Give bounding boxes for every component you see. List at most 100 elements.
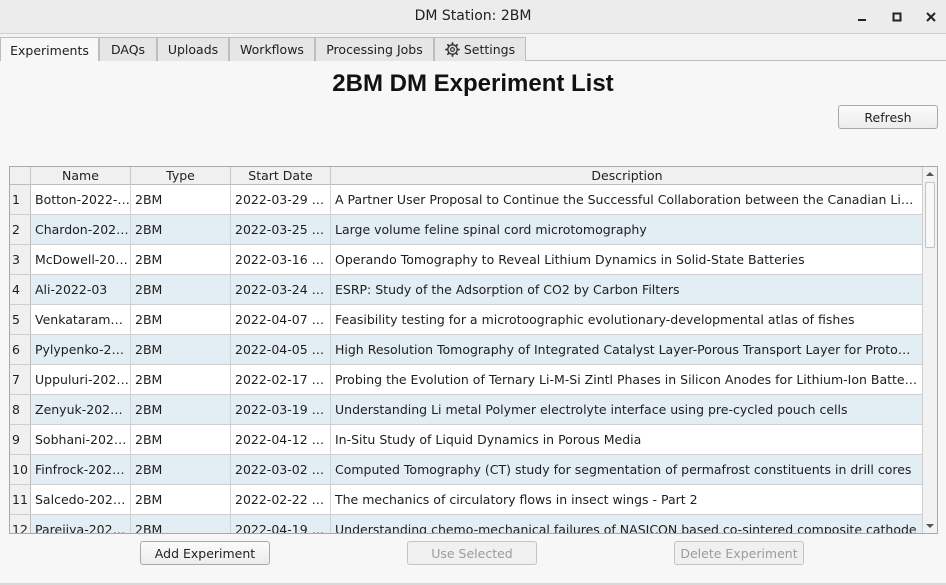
cell-type[interactable]: 2BM bbox=[131, 485, 231, 514]
row-number[interactable]: 1 bbox=[10, 185, 31, 214]
cell-type[interactable]: 2BM bbox=[131, 425, 231, 454]
column-header-description[interactable]: Description bbox=[331, 167, 923, 185]
cell-name[interactable]: Pylypenko-2… bbox=[31, 335, 131, 364]
tab-workflows[interactable]: Workflows bbox=[229, 37, 315, 61]
cell-description[interactable]: Probing the Evolution of Ternary Li-M-Si… bbox=[331, 365, 923, 394]
cell-type[interactable]: 2BM bbox=[131, 455, 231, 484]
tab-daqs[interactable]: DAQs bbox=[99, 37, 157, 61]
cell-start-date[interactable]: 2022-03-24 … bbox=[231, 275, 331, 304]
cell-name[interactable]: Venkatarama… bbox=[31, 305, 131, 334]
table-row[interactable]: 9 Sobhani-202… 2BM 2022-04-12 … In-Situ … bbox=[10, 425, 923, 455]
table-row[interactable]: 7 Uppuluri-202… 2BM 2022-02-17 … Probing… bbox=[10, 365, 923, 395]
cell-name[interactable]: Botton-2022-… bbox=[31, 185, 131, 214]
cell-start-date[interactable]: 2022-03-02 … bbox=[231, 455, 331, 484]
tab-uploads[interactable]: Uploads bbox=[157, 37, 229, 61]
cell-start-date[interactable]: 2022-04-12 … bbox=[231, 425, 331, 454]
cell-type[interactable]: 2BM bbox=[131, 395, 231, 424]
cell-start-date[interactable]: 2022-04-19 … bbox=[231, 515, 331, 533]
row-number[interactable]: 12 bbox=[10, 515, 31, 533]
cell-start-date[interactable]: 2022-02-17 … bbox=[231, 365, 331, 394]
cell-type[interactable]: 2BM bbox=[131, 515, 231, 533]
scroll-up-arrow-icon[interactable] bbox=[925, 170, 935, 178]
row-number[interactable]: 6 bbox=[10, 335, 31, 364]
title-bar: DM Station: 2BM bbox=[0, 0, 946, 34]
table-row[interactable]: 8 Zenyuk-2022… 2BM 2022-03-19 … Understa… bbox=[10, 395, 923, 425]
table-row[interactable]: 11 Salcedo-202… 2BM 2022-02-22 … The mec… bbox=[10, 485, 923, 515]
cell-start-date[interactable]: 2022-03-25 … bbox=[231, 215, 331, 244]
cell-name[interactable]: Salcedo-202… bbox=[31, 485, 131, 514]
cell-start-date[interactable]: 2022-04-05 … bbox=[231, 335, 331, 364]
row-number[interactable]: 7 bbox=[10, 365, 31, 394]
column-header-name[interactable]: Name bbox=[31, 167, 131, 185]
cell-description[interactable]: Computed Tomography (CT) study for segme… bbox=[331, 455, 923, 484]
cell-description[interactable]: Feasibility testing for a microtoographi… bbox=[331, 305, 923, 334]
table-row[interactable]: 10 Finfrock-202… 2BM 2022-03-02 … Comput… bbox=[10, 455, 923, 485]
cell-start-date[interactable]: 2022-03-16 … bbox=[231, 245, 331, 274]
table-row[interactable]: 4 Ali-2022-03 2BM 2022-03-24 … ESRP: Stu… bbox=[10, 275, 923, 305]
cell-type[interactable]: 2BM bbox=[131, 185, 231, 214]
column-header-type[interactable]: Type bbox=[131, 167, 231, 185]
tab-processing-jobs[interactable]: Processing Jobs bbox=[315, 37, 434, 61]
row-number[interactable]: 3 bbox=[10, 245, 31, 274]
row-number[interactable]: 11 bbox=[10, 485, 31, 514]
tab-label: Experiments bbox=[10, 42, 89, 58]
tab-settings[interactable]: Settings bbox=[434, 37, 526, 61]
cell-name[interactable]: Chardon-202… bbox=[31, 215, 131, 244]
cell-description[interactable]: The mechanics of circulatory flows in in… bbox=[331, 485, 923, 514]
cell-start-date[interactable]: 2022-03-29 … bbox=[231, 185, 331, 214]
close-icon[interactable] bbox=[920, 6, 942, 28]
refresh-button[interactable]: Refresh bbox=[838, 105, 938, 129]
cell-start-date[interactable]: 2022-03-19 … bbox=[231, 395, 331, 424]
cell-name[interactable]: Finfrock-202… bbox=[31, 455, 131, 484]
row-number[interactable]: 9 bbox=[10, 425, 31, 454]
cell-name[interactable]: Zenyuk-2022… bbox=[31, 395, 131, 424]
add-experiment-button[interactable]: Add Experiment bbox=[140, 541, 270, 565]
cell-name[interactable]: Uppuluri-202… bbox=[31, 365, 131, 394]
cell-start-date[interactable]: 2022-02-22 … bbox=[231, 485, 331, 514]
cell-description[interactable]: ESRP: Study of the Adsorption of CO2 by … bbox=[331, 275, 923, 304]
scroll-down-arrow-icon[interactable] bbox=[925, 522, 935, 530]
table-row[interactable]: 2 Chardon-202… 2BM 2022-03-25 … Large vo… bbox=[10, 215, 923, 245]
cell-type[interactable]: 2BM bbox=[131, 365, 231, 394]
cell-type[interactable]: 2BM bbox=[131, 215, 231, 244]
cell-description[interactable]: Understanding chemo-mechanical failures … bbox=[331, 515, 923, 533]
cell-type[interactable]: 2BM bbox=[131, 335, 231, 364]
row-number[interactable]: 5 bbox=[10, 305, 31, 334]
cell-start-date[interactable]: 2022-04-07 … bbox=[231, 305, 331, 334]
cell-description[interactable]: Operando Tomography to Reveal Lithium Dy… bbox=[331, 245, 923, 274]
scrollbar-thumb[interactable] bbox=[925, 182, 935, 248]
tab-label: Processing Jobs bbox=[326, 42, 423, 57]
minimize-icon[interactable] bbox=[851, 6, 873, 28]
cell-description[interactable]: In-Situ Study of Liquid Dynamics in Poro… bbox=[331, 425, 923, 454]
maximize-icon[interactable] bbox=[886, 6, 908, 28]
column-header-start-date[interactable]: Start Date bbox=[231, 167, 331, 185]
row-number[interactable]: 2 bbox=[10, 215, 31, 244]
cell-type[interactable]: 2BM bbox=[131, 275, 231, 304]
cell-type[interactable]: 2BM bbox=[131, 245, 231, 274]
tab-experiments[interactable]: Experiments bbox=[0, 37, 99, 62]
tab-label: DAQs bbox=[110, 42, 146, 57]
cell-name[interactable]: McDowell-20… bbox=[31, 245, 131, 274]
cell-name[interactable]: Pareijya-202… bbox=[31, 515, 131, 533]
table-row[interactable]: 1 Botton-2022-… 2BM 2022-03-29 … A Partn… bbox=[10, 185, 923, 215]
table-row[interactable]: 3 McDowell-20… 2BM 2022-03-16 … Operando… bbox=[10, 245, 923, 275]
cell-type[interactable]: 2BM bbox=[131, 305, 231, 334]
use-selected-button[interactable]: Use Selected bbox=[407, 541, 537, 565]
cell-description[interactable]: High Resolution Tomography of Integrated… bbox=[331, 335, 923, 364]
cell-description[interactable]: A Partner User Proposal to Continue the … bbox=[331, 185, 923, 214]
vertical-scrollbar[interactable] bbox=[922, 167, 937, 533]
table-row[interactable]: 5 Venkatarama… 2BM 2022-04-07 … Feasibil… bbox=[10, 305, 923, 335]
cell-description[interactable]: Understanding Li metal Polymer electroly… bbox=[331, 395, 923, 424]
row-number[interactable]: 4 bbox=[10, 275, 31, 304]
cell-name[interactable]: Sobhani-202… bbox=[31, 425, 131, 454]
row-number[interactable]: 10 bbox=[10, 455, 31, 484]
cell-name[interactable]: Ali-2022-03 bbox=[31, 275, 131, 304]
cell-description[interactable]: Large volume feline spinal cord microtom… bbox=[331, 215, 923, 244]
page-title: 2BM DM Experiment List bbox=[332, 70, 614, 97]
delete-experiment-button[interactable]: Delete Experiment bbox=[674, 541, 804, 565]
table-body: 1 Botton-2022-… 2BM 2022-03-29 … A Partn… bbox=[10, 185, 923, 533]
header-corner[interactable] bbox=[10, 167, 31, 185]
table-row[interactable]: 12 Pareijya-202… 2BM 2022-04-19 … Unders… bbox=[10, 515, 923, 533]
table-row[interactable]: 6 Pylypenko-2… 2BM 2022-04-05 … High Res… bbox=[10, 335, 923, 365]
row-number[interactable]: 8 bbox=[10, 395, 31, 424]
